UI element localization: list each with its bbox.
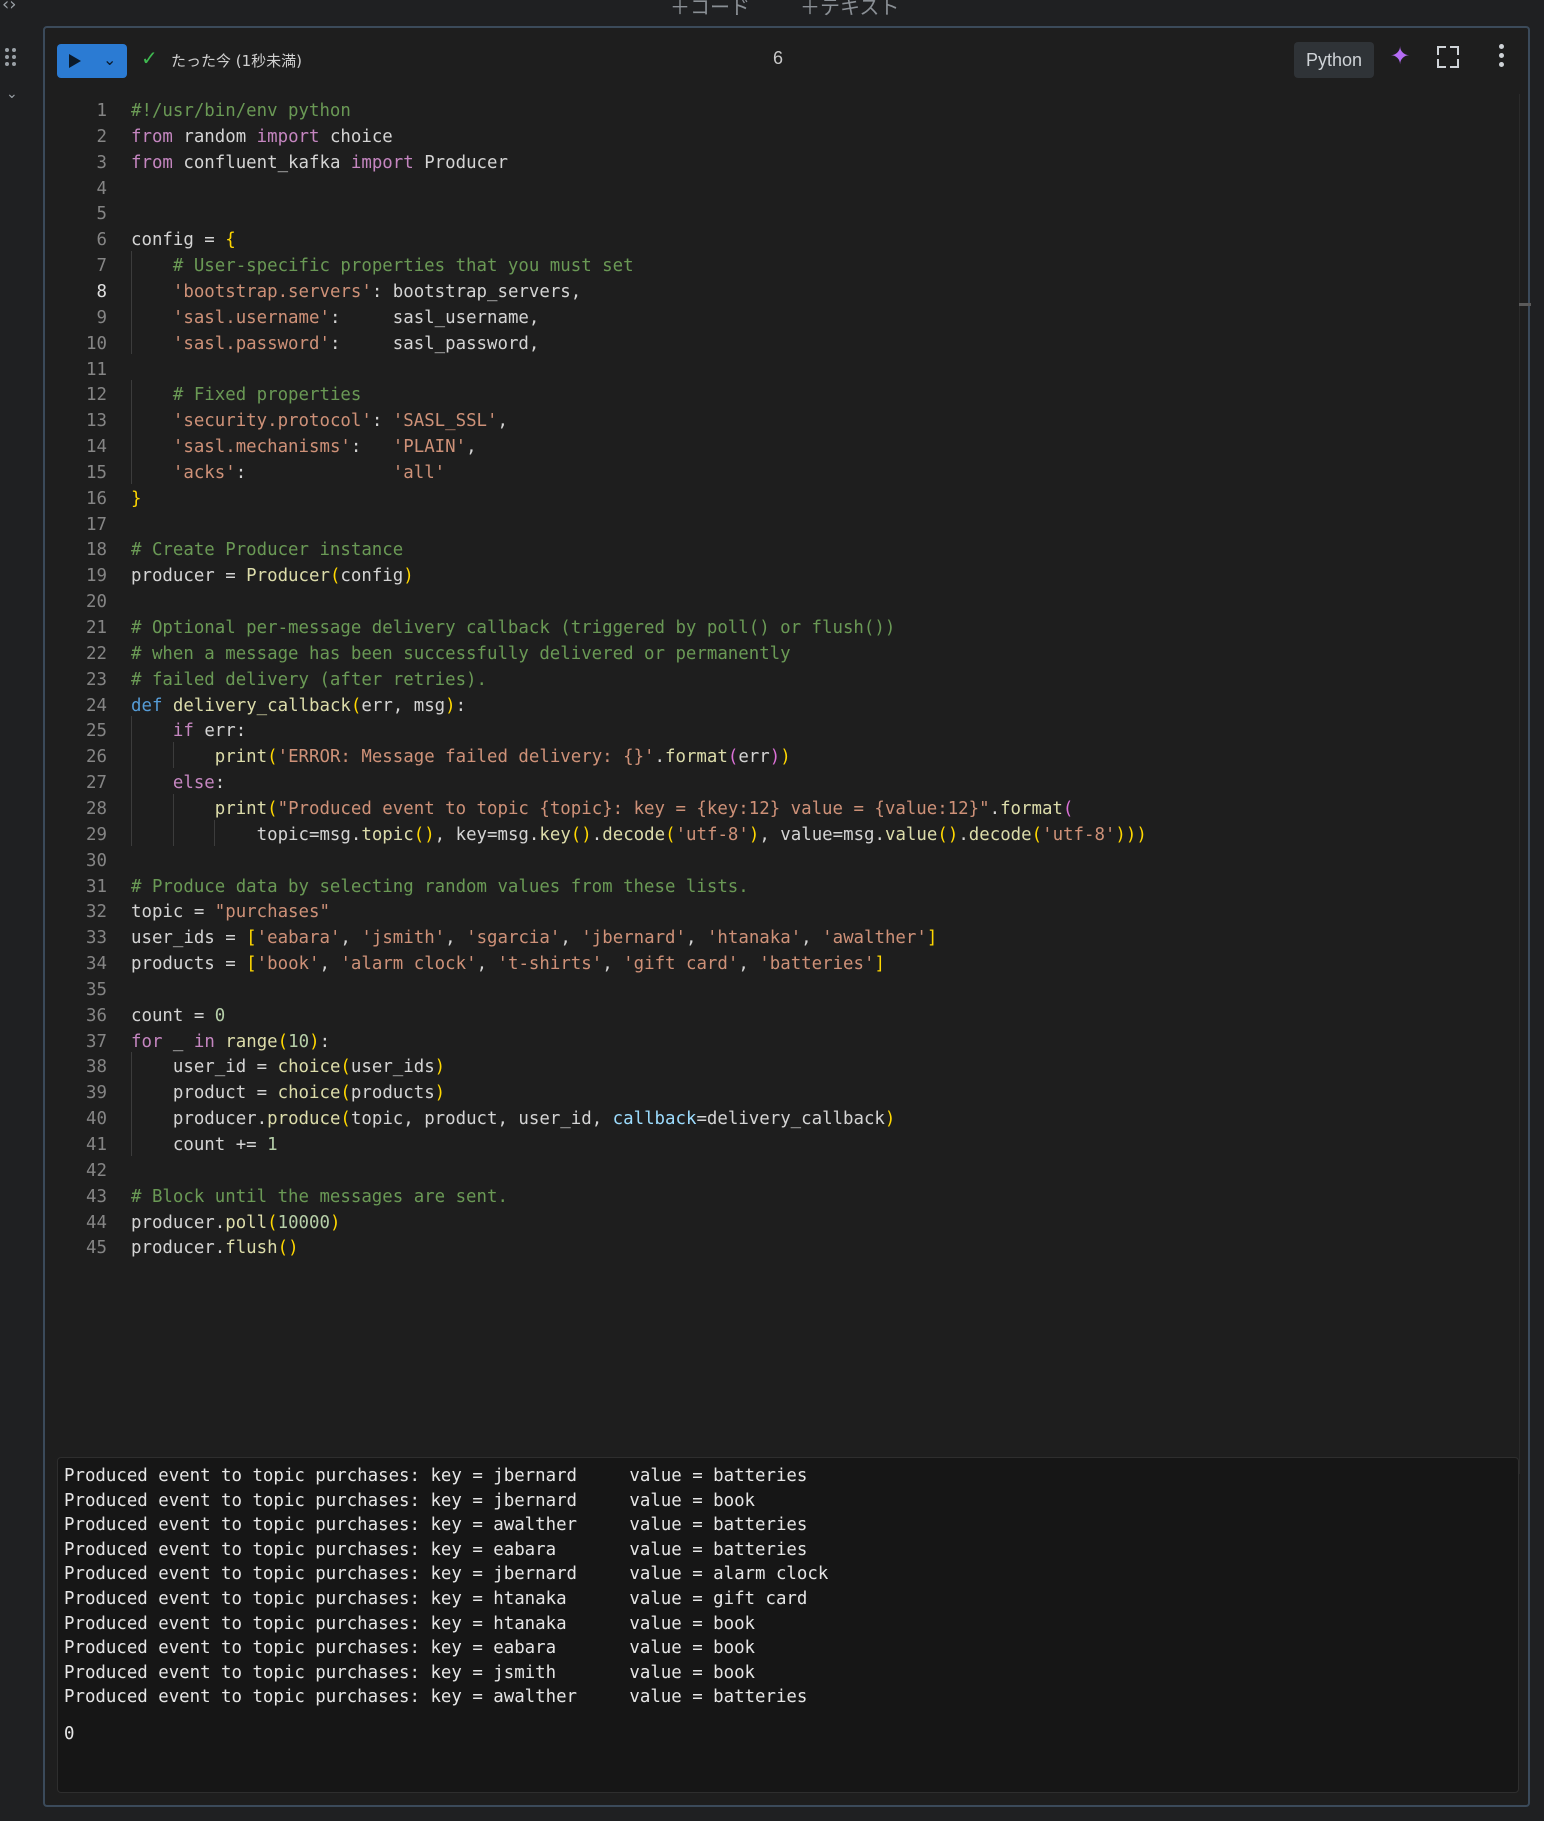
indent-guide (131, 406, 132, 433)
code-cell[interactable]: ⌄ ✓ たった今 (1秒未満) 6 Python ✦ 1 #!/usr/bin/e… (43, 26, 1531, 1807)
indent-guide (172, 742, 174, 769)
sparkle-icon[interactable]: ✦ (1390, 42, 1410, 70)
indent-guide (172, 793, 174, 820)
editor-scrollbar-thumb[interactable] (1519, 303, 1531, 306)
more-vertical-icon[interactable] (1499, 44, 1505, 70)
indent-guide (131, 742, 132, 769)
check-icon: ✓ (141, 46, 158, 70)
indent-guide (131, 819, 132, 846)
indent-guide (131, 302, 132, 329)
code-line[interactable]: 45 producer.flush() (57, 1233, 1497, 1263)
indent-guide (131, 1078, 132, 1105)
cell-output: Produced event to topic purchases: key =… (57, 1457, 1519, 1793)
code-editor[interactable]: 1 #!/usr/bin/env python 2 from random impor… (57, 96, 1517, 1476)
collapse-chevron-icon[interactable]: ⌄ (6, 86, 18, 102)
line-number: 45 (86, 1238, 107, 1259)
indent-guide (214, 819, 216, 846)
editor-scroll-track[interactable] (1519, 94, 1520, 1474)
add-code-button[interactable]: ＋コード (670, 0, 750, 20)
chevron-down-icon[interactable]: ⌄ (103, 50, 116, 69)
indent-guide (131, 251, 132, 277)
indent-guide (131, 793, 132, 820)
indent-guide (131, 1130, 132, 1156)
execution-status: たった今 (1秒未満) (171, 52, 303, 70)
output-result: 0 (64, 1724, 75, 1744)
indent-guide (131, 276, 132, 303)
indent-guide (131, 432, 132, 458)
indent-guide (131, 716, 132, 743)
fullscreen-icon[interactable] (1437, 46, 1459, 68)
indent-guide (131, 457, 132, 484)
drag-handle-icon[interactable] (5, 48, 21, 72)
indent-guide (131, 1104, 132, 1130)
add-text-button[interactable]: ＋テキスト (800, 0, 899, 20)
indent-guide (131, 1052, 132, 1079)
top-strip: ‹› ＋コード ＋テキスト (0, 0, 1544, 22)
indent-guide (131, 328, 132, 355)
language-badge[interactable]: Python (1294, 42, 1374, 78)
indent-guide (131, 380, 132, 407)
cell-toolbar: ⌄ ✓ たった今 (1秒未満) 6 Python ✦ (45, 28, 1528, 90)
output-line: Produced event to topic purchases: key =… (64, 1687, 808, 1708)
code-text: producer.flush() (131, 1238, 299, 1259)
left-gutter: ⌄ (0, 22, 36, 1821)
code-nav-icon[interactable]: ‹› (2, 0, 16, 15)
indent-guide (131, 768, 132, 794)
indent-guide (172, 819, 174, 846)
play-icon (69, 54, 81, 68)
run-button[interactable]: ⌄ (57, 44, 127, 78)
execution-count: 6 (773, 48, 784, 68)
